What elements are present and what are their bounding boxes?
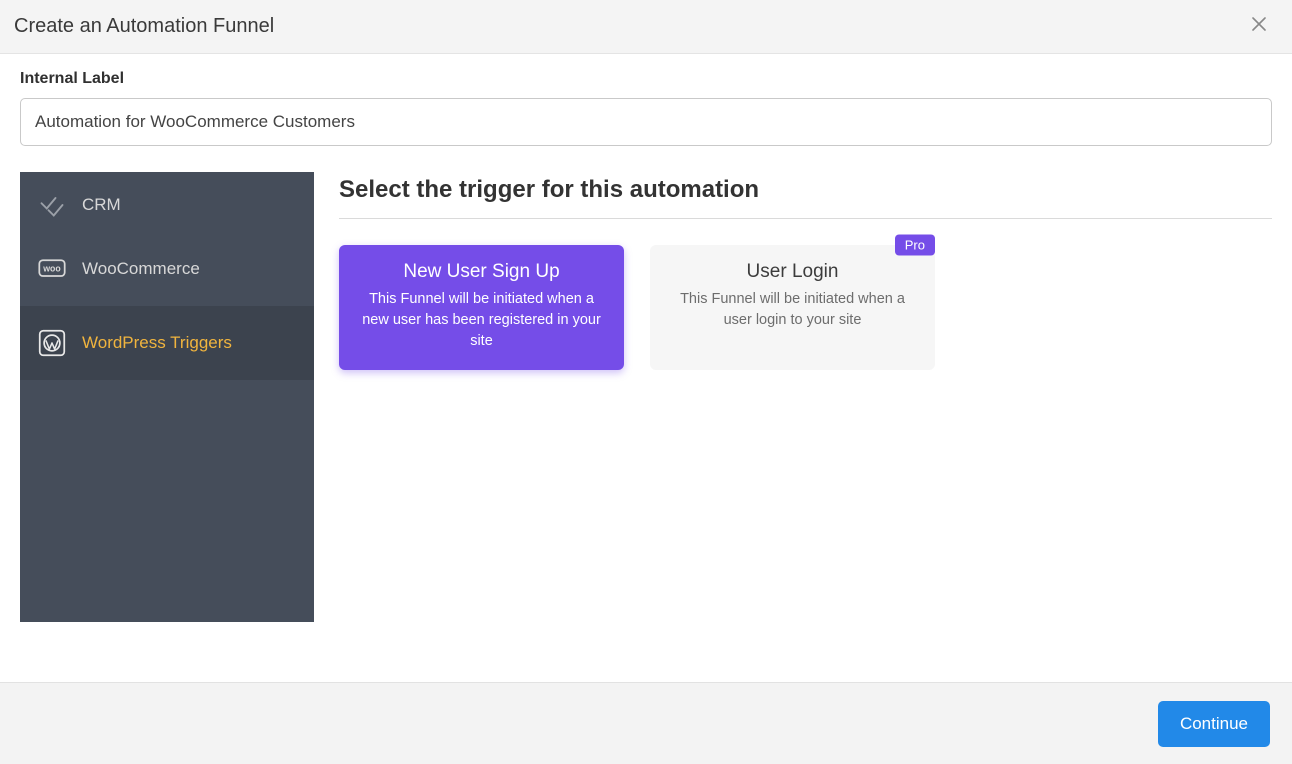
trigger-card-desc: This Funnel will be initiated when a new… xyxy=(359,289,604,352)
trigger-card-desc: This Funnel will be initiated when a use… xyxy=(670,289,915,331)
crm-icon xyxy=(38,191,66,219)
trigger-category-sidebar: CRM woo WooCommerce WordPress Triggers xyxy=(20,172,314,622)
trigger-card-row: New User Sign Up This Funnel will be ini… xyxy=(339,245,1272,370)
internal-label-text: Internal Label xyxy=(20,70,1272,88)
sidebar-item-crm[interactable]: CRM xyxy=(20,172,314,232)
internal-label-section: Internal Label xyxy=(0,54,1292,146)
svg-text:woo: woo xyxy=(42,264,61,274)
internal-label-input[interactable] xyxy=(20,98,1272,146)
wordpress-icon xyxy=(38,329,66,357)
trigger-card-user-login[interactable]: Pro User Login This Funnel will be initi… xyxy=(650,245,935,370)
sidebar-item-woocommerce[interactable]: woo WooCommerce xyxy=(20,232,314,306)
modal-header: Create an Automation Funnel xyxy=(0,0,1292,54)
modal-footer: Continue xyxy=(0,682,1292,764)
sidebar-item-label: WordPress Triggers xyxy=(82,333,232,353)
trigger-content: Select the trigger for this automation N… xyxy=(339,172,1272,622)
woo-icon: woo xyxy=(38,255,66,283)
close-button[interactable] xyxy=(1248,16,1270,38)
trigger-selection-area: CRM woo WooCommerce WordPress Triggers xyxy=(0,146,1292,622)
close-icon xyxy=(1252,17,1266,36)
page-title: Create an Automation Funnel xyxy=(14,15,274,38)
section-title: Select the trigger for this automation xyxy=(339,176,1272,219)
trigger-card-title: New User Sign Up xyxy=(359,261,604,283)
trigger-card-new-user-signup[interactable]: New User Sign Up This Funnel will be ini… xyxy=(339,245,624,370)
pro-badge: Pro xyxy=(895,235,935,256)
sidebar-item-label: CRM xyxy=(82,195,121,215)
sidebar-item-label: WooCommerce xyxy=(82,259,200,279)
continue-button[interactable]: Continue xyxy=(1158,701,1270,747)
trigger-card-title: User Login xyxy=(670,261,915,283)
sidebar-item-wordpress[interactable]: WordPress Triggers xyxy=(20,306,314,380)
